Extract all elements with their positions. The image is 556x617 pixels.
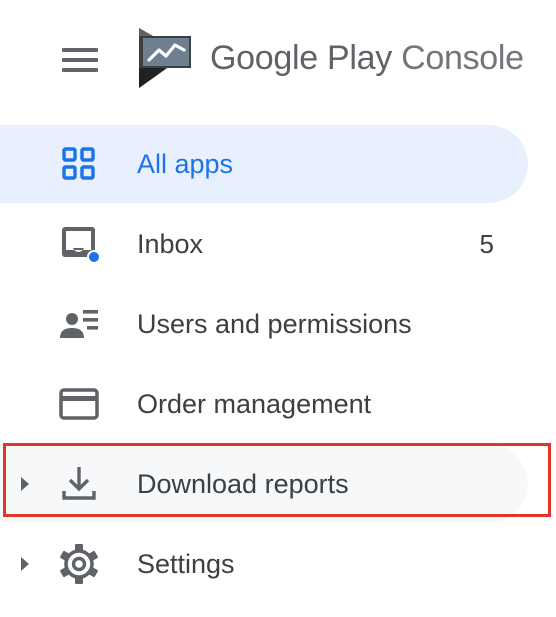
nav-label-order-management: Order management xyxy=(137,389,372,419)
expand-caret-icon[interactable] xyxy=(18,474,32,494)
nav-item-settings[interactable]: Settings xyxy=(0,525,528,603)
users-list-icon xyxy=(60,310,98,338)
nav-item-download-reports[interactable]: Download reports xyxy=(0,445,528,523)
brand-google-play: Google Play xyxy=(210,39,392,77)
nav-item-inbox[interactable]: Inbox 5 xyxy=(0,205,528,283)
inbox-count-badge: 5 xyxy=(479,229,494,259)
nav-label-users-and-permissions: Users and permissions xyxy=(137,309,412,339)
nav-label-settings: Settings xyxy=(137,549,235,579)
brand-console: Console xyxy=(401,39,524,77)
credit-card-icon xyxy=(59,388,99,420)
google-play-console-logo xyxy=(139,28,191,88)
nav-item-all-apps[interactable]: All apps xyxy=(0,125,528,203)
inbox-icon xyxy=(62,227,100,264)
nav-item-users-and-permissions[interactable]: Users and permissions xyxy=(0,285,528,363)
nav-label-inbox: Inbox xyxy=(137,229,204,259)
app-brand-title: Google Play Console xyxy=(210,36,524,80)
nav-item-order-management[interactable]: Order management xyxy=(0,365,528,443)
expand-caret-icon[interactable] xyxy=(18,554,32,574)
nav-label-all-apps: All apps xyxy=(137,149,234,179)
hamburger-menu-icon[interactable] xyxy=(58,45,102,75)
app-header: Google Play Console xyxy=(0,0,556,120)
notification-dot xyxy=(89,252,99,262)
grid-icon xyxy=(62,147,95,180)
gear-icon xyxy=(60,544,98,584)
download-icon xyxy=(62,467,96,500)
nav-label-download-reports: Download reports xyxy=(137,469,349,499)
